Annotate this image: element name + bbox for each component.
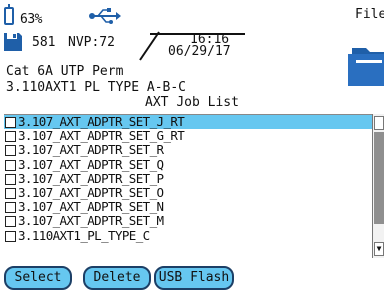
list-item-label: 3.107_AXT_ADPTR_SET_M [18,213,164,229]
list-item[interactable]: 3.107_AXT_ADPTR_SET_G_RT [4,129,372,143]
select-button[interactable]: Select [4,266,72,290]
scroll-up-button[interactable] [374,116,384,130]
list-scrollbar[interactable]: ▼ [372,114,384,258]
list-item-label: 3.107_AXT_ADPTR_SET_N [18,199,164,215]
battery-level: 63% [20,12,42,27]
battery-icon [4,4,14,25]
list-item[interactable]: 3.107_AXT_ADPTR_SET_Q [4,156,372,172]
checkbox[interactable] [5,202,16,214]
checkbox[interactable] [5,216,16,228]
save-icon [4,33,22,51]
checkbox[interactable] [5,173,16,185]
usb-icon [89,8,121,24]
checkbox[interactable] [5,117,16,128]
checkbox[interactable] [5,187,16,199]
list-item-label: 3.107_AXT_ADPTR_SET_R [18,142,164,158]
checkbox[interactable] [5,230,16,242]
list-title: AXT Job List [145,95,239,110]
cable-type: Cat 6A UTP Perm [6,64,124,79]
list-item[interactable]: 3.107_AXT_ADPTR_SET_M [4,214,372,228]
checkbox[interactable] [5,145,16,157]
delete-button[interactable]: Delete [83,266,151,290]
scroll-thumb[interactable] [374,132,384,224]
list-item-label: 3.107_AXT_ADPTR_SET_J_RT [18,114,185,129]
test-limit: 3.110AXT1 PL TYPE A-B-C [6,80,187,95]
checkbox[interactable] [5,159,16,171]
list-item-label: 3.107_AXT_ADPTR_SET_P [18,170,164,186]
checkbox[interactable] [5,131,16,143]
list-item[interactable]: 3.107_AXT_ADPTR_SET_O [4,184,372,200]
list-item-label: 3.107_AXT_ADPTR_SET_Q [18,156,164,172]
list-item[interactable]: 3.107_AXT_ADPTR_SET_J_RT [4,114,372,130]
list-item-label: 3.107_AXT_ADPTR_SET_G_RT [18,128,185,144]
scroll-down-button[interactable]: ▼ [374,242,384,256]
list-item[interactable]: 3.107_AXT_ADPTR_SET_R [4,143,372,157]
usb-flash-button[interactable]: USB Flash [154,266,234,290]
file-label: File [355,7,384,22]
list-item-label: 3.110AXT1_PL_TYPE_C [18,227,150,243]
nvp-value: NVP:72 [68,35,115,50]
arrow-down-icon: ▼ [376,244,382,253]
clock-divider-slash [139,31,160,61]
list-item[interactable]: 3.110AXT1_PL_TYPE_C [4,227,372,243]
folder-icon[interactable] [346,38,384,86]
clock-date: 06/29/17 [168,44,231,59]
list-item[interactable]: 3.107_AXT_ADPTR_SET_P [4,170,372,186]
list-item[interactable]: 3.107_AXT_ADPTR_SET_N [4,200,372,214]
record-count: 581 [32,35,56,50]
list-item-label: 3.107_AXT_ADPTR_SET_O [18,184,164,200]
job-list[interactable]: 3.107_AXT_ADPTR_SET_J_RT 3.107_AXT_ADPTR… [4,114,372,259]
